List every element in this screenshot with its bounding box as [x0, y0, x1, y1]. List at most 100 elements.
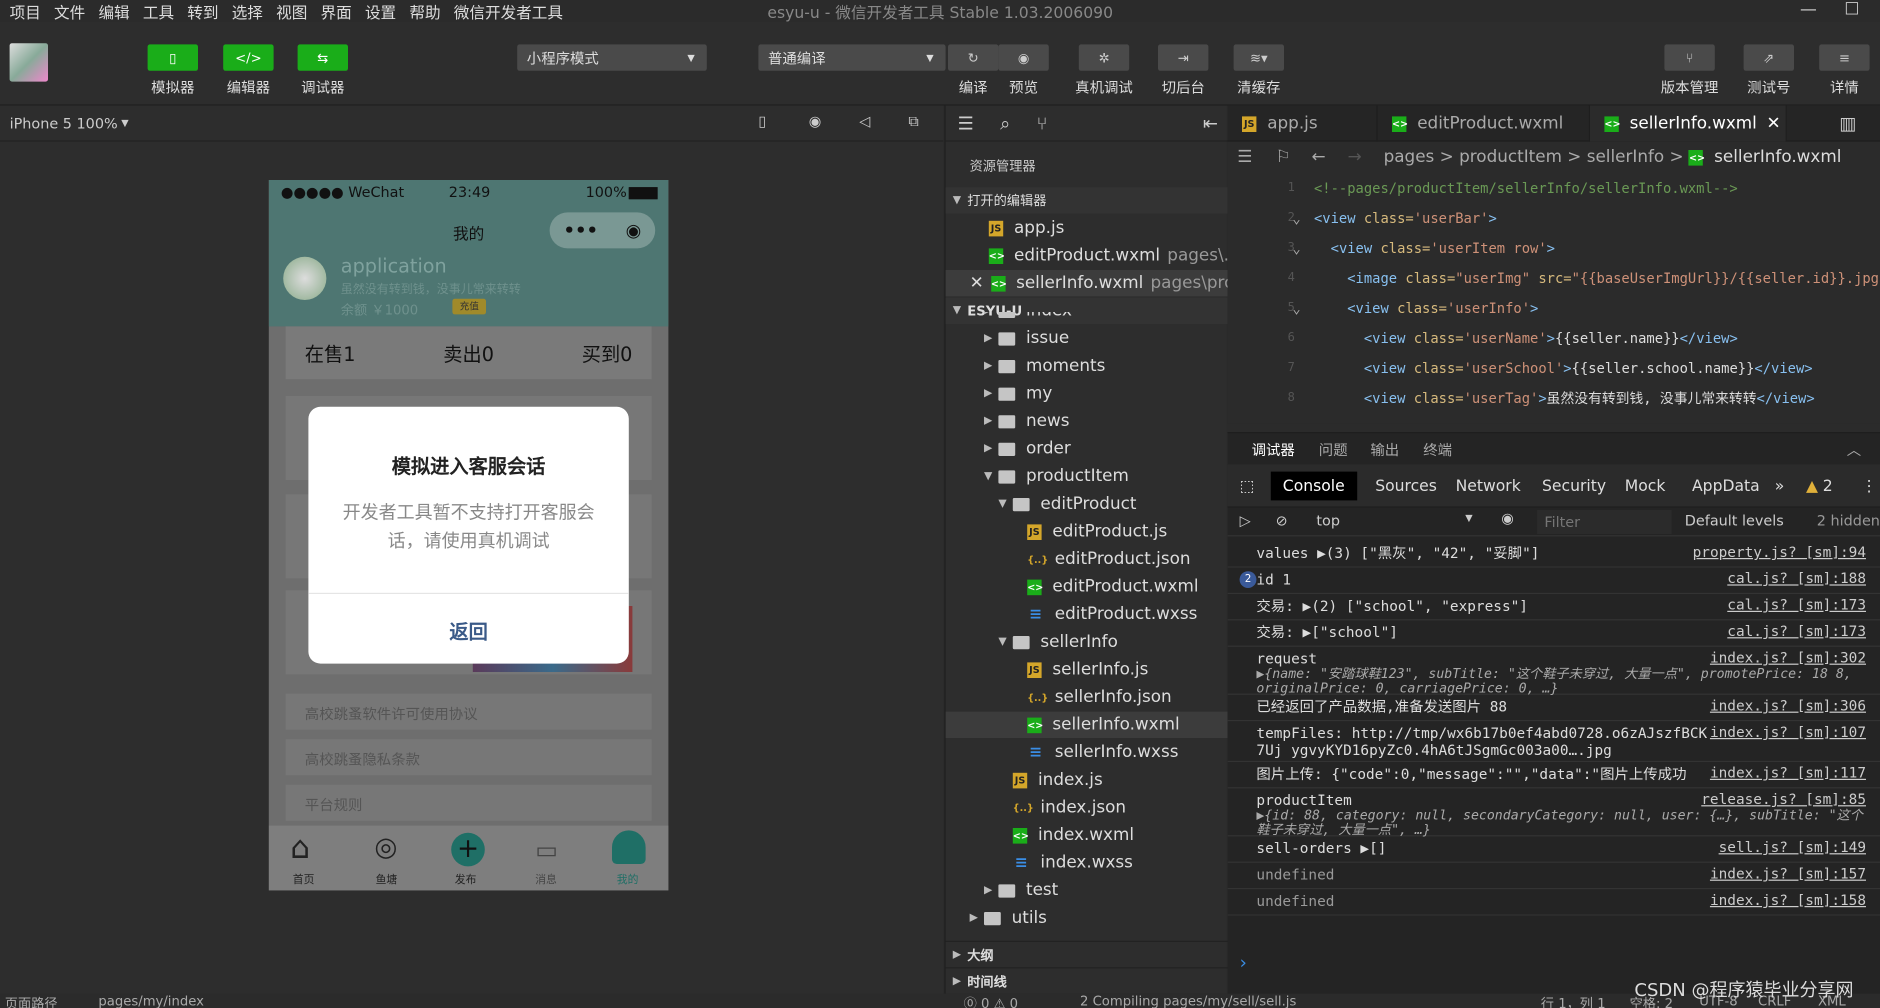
page-path[interactable]: pages/my/index — [98, 994, 204, 1008]
menu-item[interactable]: 文件 — [54, 0, 85, 22]
tree-item[interactable]: ▼ editProduct — [946, 491, 1228, 517]
tab-sources[interactable]: Sources — [1375, 472, 1437, 501]
code-line[interactable]: 2 ⌄ <view class='userBar'> — [1228, 203, 1880, 233]
version-button[interactable]: ⑂ — [1664, 44, 1715, 71]
open-file-item[interactable]: <> editProduct.wxml pages\... — [946, 242, 1240, 268]
tree-item[interactable]: ≡ editProduct.wxss — [946, 601, 1228, 627]
console-log-row[interactable]: values ▶(3) ["黑灰", "42", "妥脚"] property.j… — [1227, 541, 1880, 568]
menu-item[interactable]: 工具 — [143, 0, 174, 22]
tree-item[interactable]: ≡ sellerInfo.wxss — [946, 739, 1228, 765]
open-editors-header[interactable]: ▼ 打开的编辑器 — [945, 187, 1228, 214]
log-source-link[interactable]: index.js? [sm]:157 — [1710, 865, 1866, 882]
console-log-row[interactable]: sell-orders ▶[] sell.js? [sm]:149 — [1227, 836, 1880, 863]
code-line[interactable]: 8 <view class='userTag'>虽然没有转到钱, 没事儿常来转转… — [1228, 383, 1880, 413]
tree-item[interactable]: ▶ my — [946, 380, 1228, 406]
tree-item[interactable]: JS index.js — [946, 767, 1228, 793]
fold-icon[interactable]: ⌄ — [1292, 299, 1300, 316]
console-log-row[interactable]: 交易: ▶["school"] cal.js? [sm]:173 — [1227, 620, 1880, 647]
timeline-header[interactable]: ▶ 时间线 — [945, 967, 1228, 993]
split-editor-icon[interactable]: ▥ — [1839, 113, 1856, 135]
log-source-link[interactable]: cal.js? [sm]:188 — [1727, 570, 1866, 587]
console-log-row[interactable]: tempFiles: http://tmp/wx6b17b0ef4abd0728… — [1227, 721, 1880, 762]
code-area[interactable]: 1 <!--pages/productItem/sellerInfo/seller… — [1228, 173, 1880, 424]
capsule-button[interactable]: ••• ◉ — [549, 212, 656, 249]
tree-item[interactable]: ▼ sellerInfo — [946, 629, 1228, 655]
maximize-icon[interactable]: ☐ — [1844, 0, 1859, 19]
tab-output[interactable]: 输出 — [1370, 433, 1399, 464]
real-debug-button[interactable]: ✲ — [1078, 44, 1130, 71]
menu-item-rules[interactable]: 平台规则 — [285, 784, 652, 821]
menu-item[interactable]: 选择 — [232, 0, 263, 22]
log-source-link[interactable]: sell.js? [sm]:149 — [1719, 839, 1866, 856]
tree-item[interactable]: ▶ moments — [946, 353, 1228, 379]
tree-item[interactable]: ▶ issue — [946, 325, 1228, 351]
compile-button[interactable]: ↻ — [948, 44, 999, 71]
tree-item[interactable]: ▶ news — [946, 408, 1228, 434]
tab-home[interactable]: 首页 — [293, 871, 315, 887]
breadcrumb-item[interactable]: productItem — [1459, 148, 1562, 167]
tab-edit-product[interactable]: <> editProduct.wxml — [1378, 105, 1591, 142]
debugger-button[interactable]: ⇆ — [297, 44, 348, 71]
tree-item[interactable]: ≡ index.wxss — [946, 850, 1228, 876]
code-line[interactable]: 3 ⌄ <view class='userItem row'> — [1228, 233, 1880, 263]
stat-on-sale[interactable]: 在售1 — [305, 338, 356, 367]
more-icon[interactable]: ••• — [563, 220, 598, 242]
close-circle-icon[interactable]: ◉ — [626, 220, 642, 242]
editor-button[interactable]: </> — [223, 44, 274, 71]
tab-security[interactable]: Security — [1542, 472, 1606, 501]
log-source-link[interactable]: index.js? [sm]:302 — [1710, 649, 1866, 666]
log-source-link[interactable]: index.js? [sm]:107 — [1710, 724, 1866, 741]
console-log-row[interactable]: 交易: ▶(2) ["school", "express"] cal.js? [s… — [1227, 594, 1880, 621]
tab-app-js[interactable]: JS app.js — [1228, 105, 1378, 142]
back-icon[interactable]: ← — [1312, 148, 1326, 167]
menu-item-license[interactable]: 高校跳蚤软件许可使用协议 — [285, 693, 652, 730]
simulator-button[interactable]: ▯ — [147, 44, 199, 71]
details-button[interactable]: ≡ — [1819, 44, 1870, 71]
record-icon[interactable]: ◉ — [809, 113, 822, 130]
tree-item[interactable]: <> sellerInfo.wxml — [945, 711, 1228, 738]
log-source-link[interactable]: cal.js? [sm]:173 — [1727, 596, 1866, 613]
breadcrumb-item[interactable]: sellerInfo.wxml — [1714, 148, 1841, 167]
log-source-link[interactable]: index.js? [sm]:158 — [1710, 892, 1866, 909]
tab-appdata[interactable]: AppData — [1692, 472, 1760, 501]
mode-select[interactable]: 小程序模式 ▼ — [517, 44, 707, 71]
stat-bought[interactable]: 买到0 — [582, 338, 633, 367]
tree-item[interactable]: ▶ utils — [946, 905, 1228, 931]
log-source-link[interactable]: property.js? [sm]:94 — [1693, 544, 1866, 561]
console-log-row[interactable]: 2 id 1 cal.js? [sm]:188 — [1227, 568, 1880, 594]
search-icon[interactable]: ⌕ — [1000, 112, 1010, 134]
avatar[interactable] — [9, 43, 49, 82]
tree-item[interactable]: <> index.wxml — [946, 822, 1228, 848]
code-line[interactable]: 1 <!--pages/productItem/sellerInfo/seller… — [1228, 173, 1880, 203]
open-file-item[interactable]: JS app.js — [946, 215, 1228, 241]
page-path-label[interactable]: 页面路径 — [5, 994, 58, 1008]
tree-item[interactable]: ▼ productItem — [946, 463, 1228, 489]
menu-item[interactable]: 视图 — [276, 0, 307, 22]
tab-message[interactable]: 消息 — [535, 871, 557, 887]
menu-item[interactable]: 转到 — [187, 0, 218, 22]
tree-item[interactable]: ▶ order — [946, 436, 1228, 462]
menu-item[interactable]: 微信开发者工具 — [454, 0, 563, 22]
menu-item-privacy[interactable]: 高校跳蚤隐私条款 — [285, 739, 652, 776]
recharge-button[interactable]: 充值 — [452, 298, 487, 315]
menu-item[interactable]: 设置 — [365, 0, 396, 22]
compile-mode-select[interactable]: 普通编译 ▼ — [758, 44, 946, 71]
console-log-row[interactable]: productItem ▶{id: 88, category: null, sec… — [1227, 788, 1880, 837]
console-log-row[interactable]: undefined index.js? [sm]:158 — [1227, 889, 1880, 916]
test-account-button[interactable]: ⇗ — [1743, 44, 1795, 71]
tree-item[interactable]: {..} sellerInfo.json — [946, 684, 1228, 710]
tab-publish[interactable]: 发布 — [455, 871, 477, 887]
window-icon[interactable]: ⧉ — [908, 113, 918, 131]
tab-console[interactable]: Console — [1270, 471, 1357, 501]
message-icon[interactable]: ▭ — [535, 835, 558, 864]
filter-input[interactable] — [1537, 510, 1672, 534]
open-file-item[interactable]: ✕ <> sellerInfo.wxml pages\pro... — [945, 270, 1250, 297]
breadcrumb-item[interactable]: pages — [1384, 148, 1435, 167]
log-source-link[interactable]: cal.js? [sm]:173 — [1727, 623, 1866, 640]
tree-item[interactable]: {..} index.json — [946, 794, 1228, 820]
collapse-icon[interactable]: ⇤ — [1203, 112, 1218, 134]
menu-item[interactable]: 编辑 — [98, 0, 129, 22]
list-icon[interactable]: ☰ — [958, 112, 974, 134]
menu-item[interactable]: 项目 — [10, 0, 41, 22]
error-count[interactable]: ⓪ 0 ⚠ 0 — [964, 994, 1018, 1008]
